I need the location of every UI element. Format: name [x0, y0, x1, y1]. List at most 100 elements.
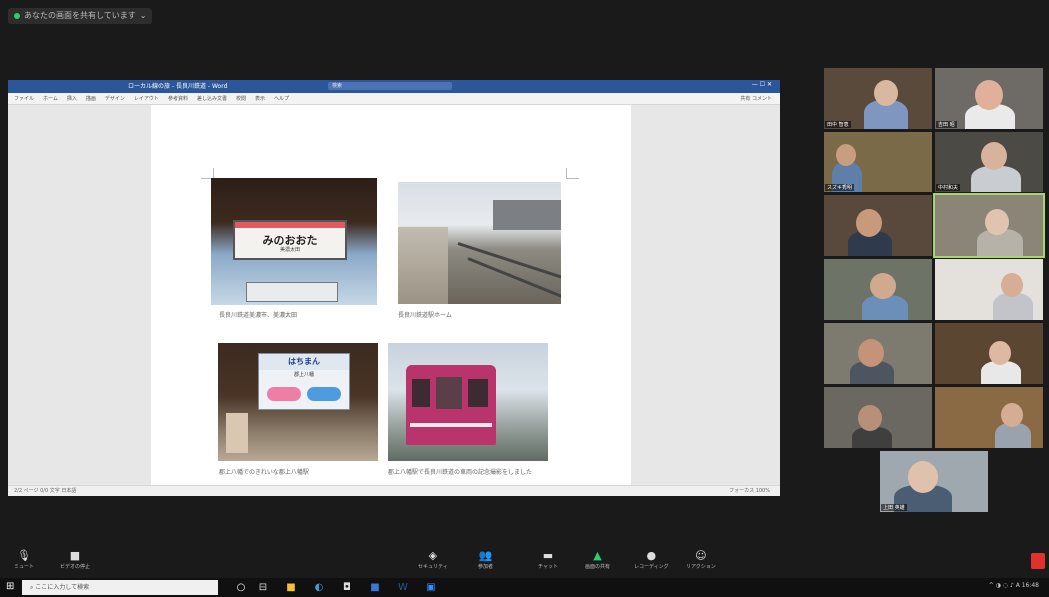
lower-sign [246, 282, 338, 302]
windows-start-icon[interactable]: ⊞ [6, 581, 14, 592]
ribbon-tab[interactable]: デザイン [105, 95, 125, 102]
sign-pink-mark [267, 387, 301, 401]
zoom-top-bar: あなたの画面を共有しています ⌄ [0, 0, 1049, 62]
participant-face [858, 405, 882, 431]
tray-icons: ^ ◑ ◌ ♪ A [988, 582, 1022, 589]
reactions-button[interactable]: ☺ リアクション [686, 549, 716, 570]
share-label: あなたの画面を共有しています [24, 11, 136, 20]
participant-face [908, 461, 938, 493]
participant-tile[interactable]: スズキ秀明 [824, 132, 932, 192]
station-sign-photo: みのおおた 美濃太田 [211, 178, 377, 305]
zoom-app-icon[interactable]: ▣ [423, 581, 439, 594]
train-window [436, 377, 462, 409]
participants-button[interactable]: 👥 参加者 [478, 549, 493, 570]
photo-caption: 長良川鉄道駅ホーム [398, 312, 452, 319]
shield-icon: ◈ [428, 549, 438, 562]
store-icon[interactable]: ◘ [339, 581, 355, 594]
ribbon-tab[interactable]: ホーム [43, 95, 58, 102]
chat-icon: ▬ [542, 549, 554, 562]
chat-button[interactable]: ▬ チャット [538, 549, 558, 570]
hachiman-sign-photo: はちまん 郡上八幡 [218, 343, 378, 461]
mute-label: ミュート [14, 564, 35, 570]
participant-face [1001, 403, 1023, 427]
participant-face [836, 144, 856, 166]
platform-photo [398, 182, 561, 304]
train-window [468, 379, 488, 407]
participant-face [975, 80, 1003, 110]
participant-name: 吉田 昭 [936, 121, 957, 128]
sign-blue-mark [307, 387, 341, 401]
participant-tile[interactable] [824, 195, 932, 256]
ribbon-tab[interactable]: 差し込み文書 [197, 95, 227, 102]
ribbon-tab[interactable]: 校閲 [236, 95, 246, 102]
share-status-icon [14, 13, 20, 19]
word-ribbon-tabs: ファイル ホーム 挿入 描画 デザイン レイアウト 参考資料 差し込み文書 校閲… [8, 93, 780, 105]
file-explorer-icon[interactable]: ■ [283, 581, 299, 594]
ribbon-tab[interactable]: レイアウト [134, 95, 159, 102]
share-label: 画面の共有 [585, 564, 611, 570]
word-window-title: ローカル線の旅 - 長良川鉄道 - Word [128, 83, 228, 90]
participant-tile-active-speaker[interactable] [933, 193, 1045, 258]
security-button[interactable]: ◈ セキュリティ [418, 549, 448, 570]
ribbon-tab[interactable]: 描画 [86, 95, 96, 102]
video-button[interactable]: ■ ビデオの停止 [60, 549, 90, 570]
participant-tile[interactable] [935, 387, 1043, 448]
system-tray[interactable]: ^ ◑ ◌ ♪ A 16:48 [989, 582, 1039, 589]
cortana-icon[interactable]: ○ [233, 581, 249, 594]
mute-button[interactable]: 🎙 ミュート [14, 549, 34, 570]
participants-icon: 👥 [478, 549, 493, 562]
taskbar-search-input[interactable]: ⌕ ここに入力して検索 [22, 580, 218, 595]
reactions-label: リアクション [686, 564, 716, 570]
station-sign: はちまん 郡上八幡 [258, 353, 350, 410]
train-stripe [410, 423, 492, 427]
edge-browser-icon[interactable]: ◐ [311, 581, 327, 594]
ribbon-tab[interactable]: 参考資料 [168, 95, 188, 102]
participant-tile[interactable] [935, 259, 1043, 320]
end-meeting-button[interactable] [1031, 553, 1045, 569]
participant-tile[interactable]: 田中 智恵 [824, 68, 932, 129]
sign-subtext: 郡上八幡 [293, 372, 314, 378]
participant-name: スズキ秀明 [825, 184, 855, 191]
word-status-bar: 2/2 ページ 0/0 文字 日本語 フォーカス 100% [8, 485, 780, 496]
microphone-icon: 🎙 [17, 549, 31, 562]
ribbon-tab-list: ファイル ホーム 挿入 描画 デザイン レイアウト 参考資料 差し込み文書 校閲… [14, 95, 298, 102]
window-controls[interactable]: — ☐ ✕ [752, 81, 772, 88]
participant-tile[interactable] [824, 323, 932, 384]
screen-share-indicator[interactable]: あなたの画面を共有しています ⌄ [8, 8, 153, 24]
reaction-icon: ☺ [695, 549, 707, 562]
participant-tile[interactable] [824, 259, 932, 320]
participant-face [858, 339, 884, 367]
share-screen-button[interactable]: ▲ 画面の共有 [585, 549, 610, 570]
participant-tile[interactable] [935, 323, 1043, 384]
participant-body [971, 166, 1021, 192]
participant-tile[interactable]: 上田 英雄 [880, 451, 988, 512]
ribbon-tab[interactable]: 挿入 [67, 95, 77, 102]
participant-tile[interactable] [824, 387, 932, 448]
participant-name: 田中 智恵 [825, 121, 851, 128]
word-search-box[interactable]: 検索 [328, 82, 452, 90]
participant-face [989, 341, 1011, 365]
windows-taskbar: ⊞ ⌕ ここに入力して検索 ○ ⊟ ■ ◐ ◘ ■ W ▣ ^ ◑ ◌ ♪ A … [0, 578, 1049, 597]
share-comment-buttons[interactable]: 共有 コメント [740, 95, 772, 102]
video-camera-icon: ■ [69, 549, 81, 562]
ribbon-tab[interactable]: ヘルプ [274, 95, 289, 102]
station-sign: みのおおた 美濃太田 [233, 220, 347, 260]
chevron-down-icon: ⌄ [139, 11, 147, 20]
photo-caption: 郡上八幡でのきれいな郡上八幡駅 [219, 469, 309, 476]
word-app-icon[interactable]: W [395, 581, 411, 594]
ribbon-tab[interactable]: 表示 [255, 95, 265, 102]
platform [398, 227, 448, 304]
sign-subtext: 美濃太田 [279, 247, 300, 253]
participant-tile[interactable]: 中村和夫 [935, 132, 1043, 192]
participant-tile[interactable]: 吉田 昭 [935, 68, 1043, 129]
chat-label: チャット [538, 564, 558, 570]
photo-caption: 郡上八幡駅で長良川鉄道の車両の記念撮影をしました [388, 469, 533, 476]
mail-icon[interactable]: ■ [367, 581, 383, 594]
task-view-icon[interactable]: ⊟ [255, 581, 271, 594]
participant-body [993, 293, 1033, 320]
ribbon-tab[interactable]: ファイル [14, 95, 34, 102]
record-button[interactable]: ● レコーディング [634, 549, 669, 570]
status-zoom[interactable]: フォーカス 100% [729, 487, 770, 494]
record-icon: ● [646, 549, 657, 562]
share-screen-icon: ▲ [593, 549, 602, 562]
